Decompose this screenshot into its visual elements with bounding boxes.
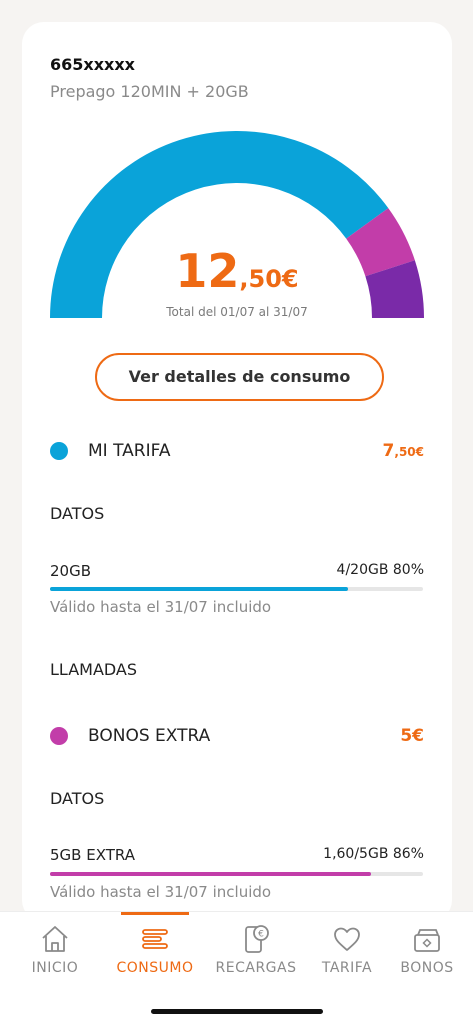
section-tarifa-amount-int: 7 [382, 441, 395, 461]
bonos-usage-bar [50, 872, 423, 876]
llamadas-title: LLAMADAS [50, 660, 138, 679]
consumption-icon [142, 929, 168, 949]
bonos-usage-row: 5GB EXTRA 1,60/5GB 86% [50, 846, 424, 868]
total-amount-integer: 12 [175, 244, 240, 298]
svg-text:€: € [258, 930, 264, 940]
tarifa-usage-bar-fill [50, 587, 349, 591]
heart-icon [334, 927, 360, 951]
tarifa-validity: Válido hasta el 31/07 incluido [50, 598, 272, 616]
home-indicator [151, 1009, 323, 1014]
tarifa-usage-value: 4/20GB 80% [336, 562, 424, 578]
bonos-usage-bar-fill [50, 872, 371, 876]
section-tarifa-amount: 7,50€ [383, 441, 424, 461]
section-bonos[interactable]: BONOS EXTRA 5€ [50, 724, 424, 748]
section-tarifa-amount-dec: ,50€ [394, 445, 424, 459]
tarifa-usage-bar [50, 587, 423, 591]
tarifa-datos-title: DATOS [50, 504, 105, 523]
total-amount-decimal: ,50€ [239, 265, 299, 293]
phone-euro-icon: € [245, 925, 269, 953]
tarifa-usage-row: 20GB 4/20GB 80% [50, 562, 424, 584]
bottom-tab-bar: INICIO CONSUMO € RECARGAS TARIFA BONOS [0, 911, 473, 1024]
tab-recargas[interactable]: € RECARGAS [209, 912, 303, 976]
home-icon [42, 926, 68, 952]
bonos-usage-value: 1,60/5GB 86% [323, 846, 424, 862]
bonos-dot [50, 727, 68, 745]
section-bonos-label: BONOS EXTRA [88, 726, 211, 746]
bonos-datos-title: DATOS [50, 789, 105, 808]
tab-consumo[interactable]: CONSUMO [108, 912, 202, 976]
consumption-card: 665xxxxx Prepago 120MIN + 20GB 12,50€ To… [22, 22, 452, 922]
tab-bonos[interactable]: BONOS [380, 912, 473, 976]
section-tarifa-label: MI TARIFA [88, 441, 171, 461]
bonos-validity: Válido hasta el 31/07 incluido [50, 883, 272, 901]
section-tarifa[interactable]: MI TARIFA 7,50€ [50, 439, 424, 463]
total-amount: 12,50€ [22, 244, 452, 298]
tab-bonos-label: BONOS [400, 960, 454, 976]
total-range: Total del 01/07 al 31/07 [166, 305, 308, 319]
section-bonos-amount: 5€ [400, 726, 424, 746]
tab-recargas-label: RECARGAS [215, 960, 297, 976]
details-button[interactable]: Ver detalles de consumo [95, 353, 384, 401]
tab-inicio[interactable]: INICIO [8, 912, 102, 976]
tarifa-dot [50, 442, 68, 460]
tab-inicio-label: INICIO [31, 960, 79, 976]
wallet-icon [414, 929, 440, 952]
tab-consumo-label: CONSUMO [116, 960, 194, 976]
bonos-usage-name: 5GB EXTRA [50, 846, 135, 864]
tarifa-usage-name: 20GB [50, 562, 92, 580]
